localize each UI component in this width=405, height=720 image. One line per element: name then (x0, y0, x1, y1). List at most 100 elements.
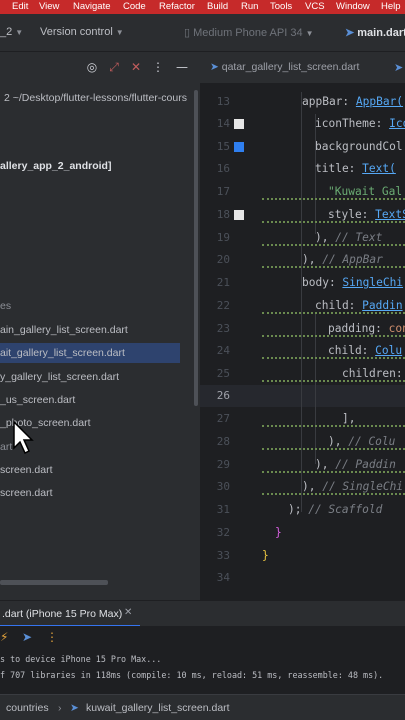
macos-menu-bar: Edit View Navigate Code Refactor Build R… (0, 0, 405, 14)
line-number-active: 26 (216, 389, 230, 402)
code-line: body: SingleChi (302, 276, 404, 289)
menu-navigate[interactable]: Navigate (73, 1, 111, 12)
line-number: 14 (216, 117, 230, 130)
code-line: ], (342, 412, 356, 425)
tree-row-root[interactable]: 2 ~/Desktop/flutter-lessons/flutter-cour… (4, 88, 187, 108)
project-selector[interactable]: _2 ▼ (0, 26, 23, 38)
flutter-dart-icon: ➤ (345, 27, 355, 39)
tree-row-file[interactable]: _us_screen.dart (0, 390, 75, 410)
run-toolbar: ⚡ ➤ ⋮ (0, 626, 405, 650)
line-number: 16 (216, 162, 230, 175)
phone-icon: ▯ (184, 27, 191, 39)
project-name: _2 (0, 26, 13, 38)
run-config-selector[interactable]: ➤ main.dart (345, 26, 405, 39)
status-bar-breadcrumb: countries › ➤ kuwait_gallery_list_screen… (0, 694, 405, 720)
mouse-pointer-icon (13, 420, 34, 455)
color-swatch-white[interactable] (234, 210, 244, 220)
line-number: 17 (216, 185, 230, 198)
chevron-down-icon: ▼ (15, 28, 24, 37)
line-number: 13 (216, 95, 230, 108)
lint-warning-underline (262, 221, 405, 223)
code-line: title: Text( (315, 162, 396, 175)
editor-tab-bar: ➤ qatar_gallery_list_screen.dart ➤ (200, 52, 405, 84)
run-config-label: main.dart (357, 27, 405, 39)
code-line: padding: con (328, 322, 405, 335)
tree-scrollbar-horizontal[interactable] (0, 580, 108, 585)
tree-row-android[interactable]: allery_app_2_android] (0, 156, 111, 176)
breadcrumb-countries[interactable]: countries (6, 702, 49, 714)
device-selector[interactable]: ▯ Medium Phone API 34 ▼ (184, 26, 314, 39)
lint-warning-underline (262, 380, 405, 382)
tab-qatar-gallery[interactable]: ➤ qatar_gallery_list_screen.dart (210, 61, 359, 73)
lint-warning-underline (262, 471, 405, 473)
menu-vcs[interactable]: VCS (305, 1, 325, 12)
circle-target-icon[interactable]: ◎ (84, 59, 100, 75)
close-x-icon[interactable]: ✕ (128, 59, 144, 75)
run-tool-window-tabs: .dart (iPhone 15 Pro Max) ✕ (0, 600, 405, 627)
flutter-dart-icon: ➤ (210, 61, 219, 73)
chevron-right-icon: › (58, 702, 62, 714)
device-label: Medium Phone API 34 (193, 27, 303, 39)
tree-row-file[interactable]: screen.dart (0, 483, 53, 503)
tab-label: qatar_gallery_list_screen.dart (221, 61, 360, 73)
breadcrumb-file[interactable]: kuwait_gallery_list_screen.dart (86, 702, 230, 714)
chevron-down-icon: ▼ (115, 28, 124, 37)
tree-row-file[interactable]: ain_gallery_list_screen.dart (0, 320, 128, 340)
menu-run[interactable]: Run (241, 1, 258, 12)
code-line: ), // Paddin (315, 458, 396, 471)
menu-window[interactable]: Window (336, 1, 370, 12)
line-number: 27 (216, 412, 230, 425)
chevron-down-icon: ▼ (305, 29, 314, 38)
flutter-dart-icon[interactable]: ➤ (22, 630, 32, 644)
tree-row-file-selected[interactable]: ait_gallery_list_screen.dart (0, 343, 180, 363)
code-line: } (262, 549, 269, 562)
close-x-icon[interactable]: ✕ (124, 607, 132, 618)
line-number: 30 (216, 480, 230, 493)
code-line: ); // Scaffold (288, 503, 383, 516)
code-line: ), // Colu (328, 435, 396, 448)
vcs-label: Version control (40, 26, 113, 38)
tree-row-file[interactable]: screen.dart (0, 460, 53, 480)
lint-warning-underline (262, 493, 405, 495)
line-number: 22 (216, 299, 230, 312)
flutter-dart-icon: ➤ (70, 702, 79, 714)
project-tree: 2 ~/Desktop/flutter-lessons/flutter-cour… (0, 84, 200, 600)
menu-view[interactable]: View (39, 1, 59, 12)
line-number: 19 (216, 231, 230, 244)
code-editor[interactable]: 13 14 15 16 17 18 19 20 21 22 23 24 25 2… (200, 84, 405, 600)
menu-tools[interactable]: Tools (270, 1, 292, 12)
expand-arrows-icon[interactable]: ⤢ (106, 59, 122, 75)
line-number: 24 (216, 344, 230, 357)
code-line: appBar: AppBar( (302, 95, 404, 108)
run-tab-iphone[interactable]: .dart (iPhone 15 Pro Max) (0, 601, 140, 627)
tree-row-folder[interactable]: es (0, 296, 11, 316)
menu-edit[interactable]: Edit (12, 1, 28, 12)
tree-row-file[interactable]: y_gallery_list_screen.dart (0, 367, 119, 387)
main-toolbar: _2 ▼ Version control ▼ ▯ Medium Phone API … (0, 14, 405, 52)
line-number: 23 (216, 322, 230, 335)
menu-refactor[interactable]: Refactor (159, 1, 195, 12)
lint-warning-underline (262, 425, 405, 427)
run-console[interactable]: s to device iPhone 15 Pro Max... f 707 l… (0, 650, 405, 694)
color-swatch-blue[interactable] (234, 142, 244, 152)
menu-help[interactable]: Help (381, 1, 401, 12)
tree-row-file[interactable]: art (0, 437, 12, 457)
code-line: "Kuwait Gal (328, 185, 403, 198)
project-header: ◎ ⤢ ✕ ⋮ — (0, 52, 200, 84)
tree-scrollbar-vertical[interactable] (194, 90, 198, 406)
line-number: 33 (216, 549, 230, 562)
menu-code[interactable]: Code (123, 1, 146, 12)
line-number: 31 (216, 503, 230, 516)
menu-build[interactable]: Build (207, 1, 228, 12)
lightning-icon[interactable]: ⚡ (0, 630, 8, 644)
color-swatch-white[interactable] (234, 119, 244, 129)
more-vertical-icon[interactable]: ⋮ (46, 630, 58, 644)
minimize-icon[interactable]: — (174, 59, 190, 75)
more-vertical-icon[interactable]: ⋮ (150, 59, 166, 75)
lint-warning-underline (262, 448, 405, 450)
lint-warning-underline (262, 335, 405, 337)
line-number: 28 (216, 435, 230, 448)
vcs-selector[interactable]: Version control ▼ (40, 26, 124, 38)
flutter-dart-icon[interactable]: ➤ (394, 61, 403, 74)
line-number: 21 (216, 276, 230, 289)
